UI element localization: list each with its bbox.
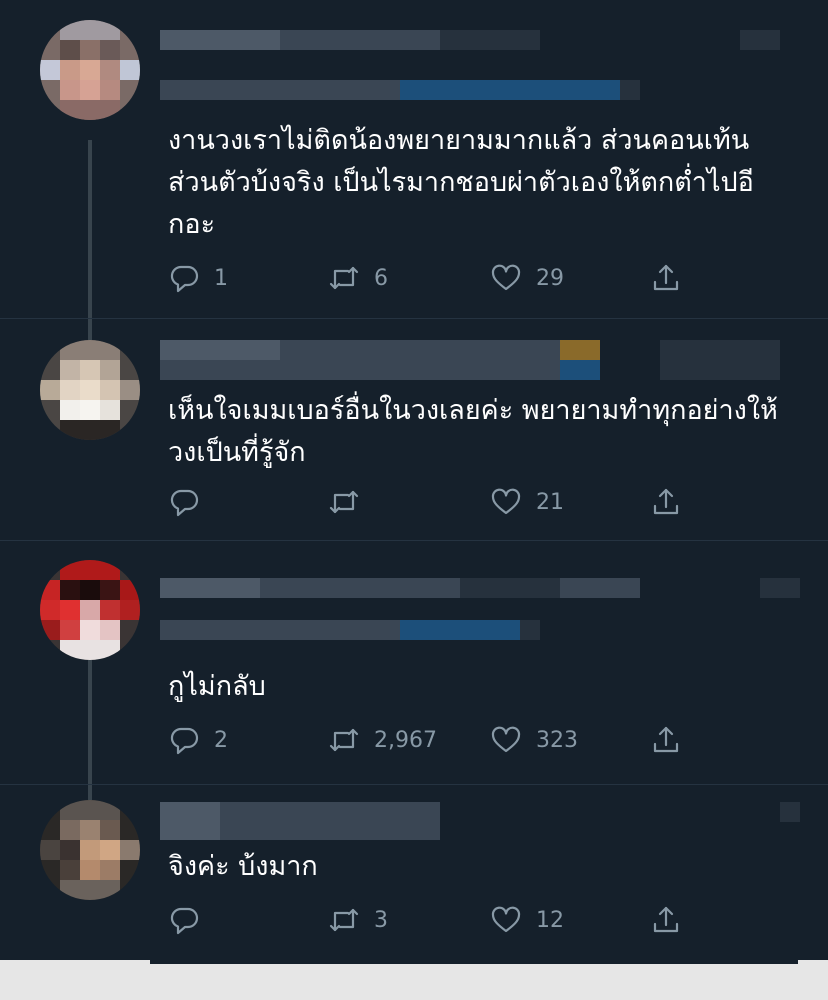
- reply-button[interactable]: 2: [168, 720, 228, 760]
- reply-button[interactable]: [168, 482, 214, 522]
- tweet[interactable]: กูไม่กลับ 2 2,967 323: [0, 542, 828, 782]
- avatar[interactable]: [40, 340, 140, 440]
- like-icon: [491, 488, 521, 515]
- share-icon: [653, 488, 679, 515]
- share-button[interactable]: [650, 720, 682, 760]
- retweet-count: 6: [374, 265, 388, 291]
- avatar[interactable]: [40, 560, 140, 660]
- divider: [0, 318, 828, 319]
- like-button[interactable]: 323: [490, 720, 578, 760]
- reply-icon: [170, 907, 199, 935]
- reply-count: 1: [214, 265, 228, 291]
- tweet[interactable]: งานวงเราไม่ติดน้องพยายามมากแล้ว ส่วนคอนเ…: [0, 0, 828, 330]
- retweet-icon: [329, 490, 359, 514]
- like-count: 21: [536, 489, 564, 515]
- retweet-button[interactable]: 3: [328, 900, 388, 940]
- avatar[interactable]: [40, 20, 140, 120]
- like-icon: [491, 264, 521, 291]
- divider: [0, 540, 828, 541]
- tweet-text: งานวงเราไม่ติดน้องพยายามมากแล้ว ส่วนคอนเ…: [168, 125, 754, 240]
- retweet-button[interactable]: 6: [328, 258, 388, 298]
- retweet-icon: [329, 908, 359, 932]
- share-button[interactable]: [650, 900, 682, 940]
- like-icon: [491, 906, 521, 933]
- like-button[interactable]: 21: [490, 482, 564, 522]
- share-button[interactable]: [650, 258, 682, 298]
- retweet-count: 3: [374, 907, 388, 933]
- retweet-count: 2,967: [374, 727, 437, 753]
- like-icon: [491, 726, 521, 753]
- like-button[interactable]: 29: [490, 258, 564, 298]
- share-button[interactable]: [650, 482, 682, 522]
- tweet-actions: 2 2,967 323: [0, 720, 828, 760]
- like-count: 29: [536, 265, 564, 291]
- like-button[interactable]: 12: [490, 900, 564, 940]
- reply-icon: [170, 489, 199, 517]
- retweet-icon: [329, 266, 359, 290]
- share-icon: [653, 906, 679, 933]
- tweet-actions: 3 12: [0, 900, 828, 940]
- retweet-button[interactable]: [328, 482, 374, 522]
- like-count: 12: [536, 907, 564, 933]
- tweet-text: เห็นใจเมมเบอร์อื่นในวงเลยค่ะ พยายามทำทุก…: [168, 395, 778, 468]
- reply-count: 2: [214, 727, 228, 753]
- retweet-icon: [329, 728, 359, 752]
- tweet-text: จิงค่ะ บ้งมาก: [168, 851, 318, 882]
- reply-button[interactable]: [168, 900, 214, 940]
- tweet-actions: 21: [0, 482, 828, 522]
- reply-button[interactable]: 1: [168, 258, 228, 298]
- tweet[interactable]: เห็นใจเมมเบอร์อื่นในวงเลยค่ะ พยายามทำทุก…: [0, 320, 828, 540]
- retweet-button[interactable]: 2,967: [328, 720, 437, 760]
- tweet-actions: 1 6 29: [0, 258, 828, 298]
- tweet[interactable]: จิงค่ะ บ้งมาก 3 12: [0, 786, 828, 960]
- bottom-border: [0, 960, 828, 1000]
- share-icon: [653, 726, 679, 753]
- tweet-text: กูไม่กลับ: [168, 671, 266, 702]
- avatar[interactable]: [40, 800, 140, 900]
- reply-icon: [170, 265, 199, 293]
- share-icon: [653, 264, 679, 291]
- reply-icon: [170, 727, 199, 755]
- divider: [0, 784, 828, 785]
- like-count: 323: [536, 727, 578, 753]
